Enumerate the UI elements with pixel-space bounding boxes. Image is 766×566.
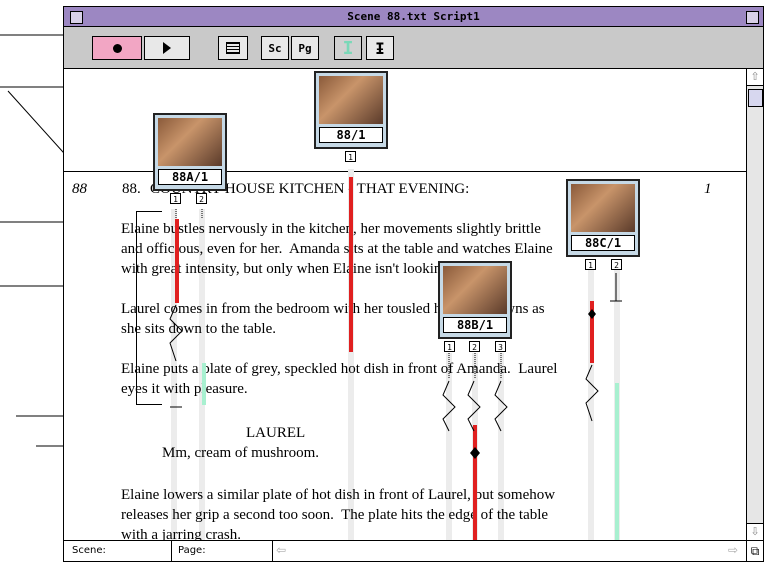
squiggle (467, 380, 481, 432)
status-bar: Scene: Page: ⇦ ⇨ ⧉ (64, 540, 763, 561)
take-number[interactable]: 2 (469, 341, 480, 352)
scroll-left-arrow-icon[interactable]: ⇦ (276, 543, 286, 557)
play-icon (163, 42, 171, 54)
frame-image (443, 266, 507, 314)
script-area[interactable]: 88 88. COUNTRY HOUSE KITCHEN - THAT EVEN… (64, 69, 746, 540)
take-number[interactable]: 3 (495, 341, 506, 352)
text-cursor-icon: I (342, 37, 354, 59)
take-number[interactable]: 1 (345, 151, 356, 162)
scene-button[interactable]: Sc (261, 36, 289, 60)
zoom-box-icon[interactable] (746, 11, 759, 24)
text-cursor-button[interactable]: I (334, 36, 362, 60)
record-icon (112, 43, 122, 53)
scroll-down-arrow-icon[interactable]: ⇩ (747, 523, 763, 540)
scene-status-label: Scene: (72, 545, 106, 556)
squiggle (442, 380, 456, 432)
list-icon (226, 42, 240, 54)
take-number[interactable]: 1 (585, 259, 596, 270)
split-cursor-icon: Ɨ (375, 38, 385, 58)
resize-grip-icon[interactable]: ⧉ (746, 541, 763, 561)
squiggle (494, 380, 508, 432)
take-label: 88/1 (319, 127, 383, 143)
take-thumbnail[interactable]: 88C/1 (566, 179, 640, 257)
scroll-up-arrow-icon[interactable]: ⇧ (747, 69, 763, 86)
record-button[interactable] (92, 36, 142, 60)
take-label: 88B/1 (443, 317, 507, 333)
squiggle (169, 304, 183, 362)
take-thumbnail[interactable]: 88/1 (314, 71, 388, 149)
take-number[interactable]: 2 (196, 193, 207, 204)
diamond-marker (588, 309, 596, 319)
take-thumbnail[interactable]: 88A/1 (153, 113, 227, 191)
title-bar[interactable]: Scene 88.txt Script1 (64, 7, 763, 27)
take-label: 88C/1 (571, 235, 635, 251)
diamond-marker (470, 447, 480, 459)
window-title: Scene 88.txt Script1 (347, 10, 480, 23)
scroll-thumb[interactable] (748, 89, 763, 107)
script-window: Scene 88.txt Script1 Sc Pg I Ɨ 88 88. CO… (63, 6, 764, 562)
status-divider (272, 541, 273, 561)
squiggle (585, 364, 599, 422)
take-number[interactable]: 1 (444, 341, 455, 352)
page-status-label: Page: (178, 545, 206, 556)
page-button[interactable]: Pg (291, 36, 319, 60)
take-number[interactable]: 1 (170, 193, 181, 204)
split-cursor-button[interactable]: Ɨ (366, 36, 394, 60)
frame-image (571, 184, 635, 232)
vertical-scrollbar[interactable]: ⇧ ⇩ (746, 69, 763, 540)
take-label: 88A/1 (158, 169, 222, 185)
play-button[interactable] (144, 36, 190, 60)
frame-image (158, 118, 222, 166)
frame-image (319, 76, 383, 124)
toolbar: Sc Pg I Ɨ (64, 27, 763, 69)
scroll-right-arrow-icon[interactable]: ⇨ (728, 543, 738, 557)
take-thumbnail[interactable]: 88B/1 (438, 261, 512, 339)
status-divider (171, 541, 172, 561)
list-button[interactable] (218, 36, 248, 60)
take-number[interactable]: 2 (611, 259, 622, 270)
